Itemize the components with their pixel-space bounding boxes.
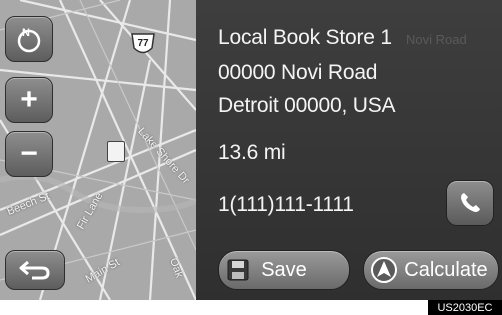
route-shield-icon: 77	[130, 30, 156, 58]
compass-button[interactable]: N	[5, 16, 53, 62]
call-button[interactable]	[446, 180, 494, 226]
navigation-arrow-icon	[370, 256, 398, 290]
plus-icon: +	[20, 83, 38, 116]
route-number: 77	[137, 38, 149, 49]
navigation-screen: 77 Beech St Lake Shore Dr Fir Lane Main …	[0, 0, 502, 300]
book-store-icon[interactable]	[107, 141, 125, 162]
calculate-route-button[interactable]: Calculate	[363, 250, 499, 290]
calculate-button-label: Calculate	[404, 258, 488, 281]
back-button[interactable]	[5, 250, 65, 290]
ghost-text: Novi Road	[406, 32, 467, 47]
phone-icon	[461, 193, 480, 212]
place-name: Local Book Store 1	[218, 26, 392, 49]
place-street-address: 00000 Novi Road	[218, 61, 378, 84]
zoom-out-button[interactable]: −	[5, 131, 53, 177]
place-phone-number: 1(111)111-1111	[218, 193, 354, 216]
figure-code: US2030EC	[428, 300, 502, 315]
save-button[interactable]: Save	[218, 250, 350, 290]
minus-icon: −	[20, 137, 38, 170]
place-distance: 13.6 mi	[218, 141, 286, 164]
destination-info-panel: Novi Road Local Book Store 1 00000 Novi …	[196, 0, 502, 300]
save-icon	[227, 259, 249, 287]
save-button-label: Save	[261, 258, 307, 281]
north-up-compass-icon: N	[17, 27, 41, 53]
zoom-in-button[interactable]: +	[5, 77, 53, 123]
return-arrow-icon	[19, 260, 50, 280]
map-view[interactable]: 77 Beech St Lake Shore Dr Fir Lane Main …	[0, 0, 196, 300]
place-city: Detroit 00000, USA	[218, 94, 396, 117]
svg-text:N: N	[22, 27, 30, 39]
